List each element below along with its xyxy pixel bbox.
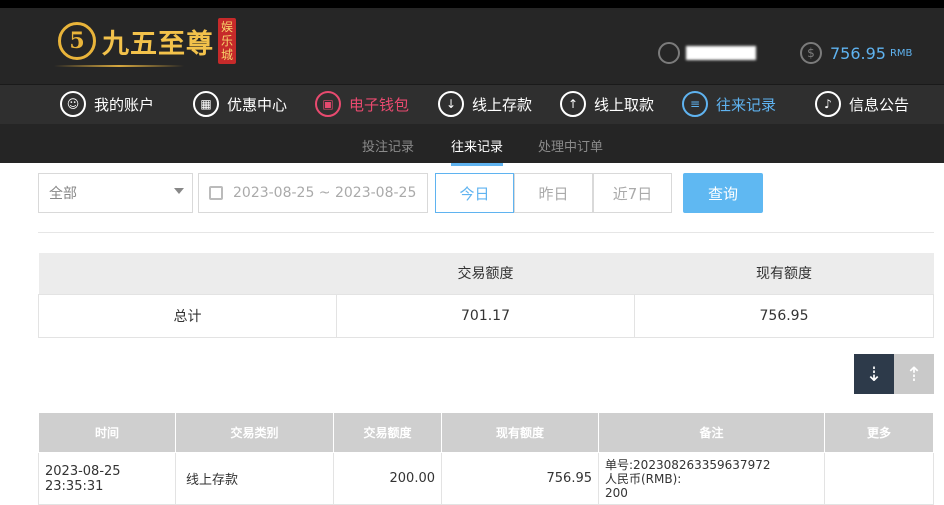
col-header: 交易额度 (333, 412, 442, 453)
summary-table: 交易额度 现有额度 总计 701.17 756.95 (38, 253, 934, 338)
tab-transaction-records[interactable]: 往来记录 (451, 136, 504, 166)
cell-balance: 756.95 (441, 452, 599, 505)
nav-online-deposit[interactable]: ↓ 线上存款 (438, 91, 532, 117)
deposit-icon: ↓ (438, 91, 464, 117)
cell-memo: 单号:202308263359637972 人民币(RMB): 200 (598, 452, 825, 505)
col-header: 备注 (598, 412, 825, 453)
balance-currency: RMB (889, 47, 913, 59)
user-avatar-icon (658, 42, 680, 64)
cell-type: 线上存款 (175, 452, 334, 505)
cell-time: 2023-08-25 23:35:31 (38, 452, 176, 505)
summary-amount: 701.17 (336, 293, 635, 338)
chevron-down-icon (174, 188, 184, 194)
table-row: 2023-08-25 23:35:31 线上存款 200.00 756.95 单… (38, 452, 934, 505)
summary-header (38, 253, 337, 294)
tab-pending-orders[interactable]: 处理中订单 (538, 136, 603, 155)
nav-my-account[interactable]: ☺ 我的账户 (60, 91, 154, 117)
brand-logo[interactable]: 5 九五至尊 娱乐城 (58, 18, 236, 64)
cell-amount: 200.00 (333, 452, 442, 505)
memo-value: 200 (605, 485, 628, 500)
query-button[interactable]: 查询 (683, 173, 763, 213)
nav-label: 电子钱包 (349, 95, 410, 114)
memo-order-no: 单号:202308263359637972 (605, 457, 771, 472)
user-icon: ☺ (60, 91, 86, 117)
gift-icon: ▦ (193, 91, 219, 117)
logo-badge: 5 (58, 22, 96, 60)
summary-header: 现有额度 (634, 253, 934, 294)
last-7-days-button[interactable]: 近7日 (593, 173, 672, 213)
brand-sub: 娱乐城 (218, 18, 236, 64)
nav-label: 线上取款 (594, 95, 655, 114)
records-table: 时间 交易类别 交易额度 现有额度 备注 更多 2023-08-25 23:35… (38, 412, 934, 505)
col-header: 更多 (824, 412, 934, 453)
date-range-input[interactable]: 2023-08-25 ~ 2023-08-25 (198, 173, 428, 213)
nav-label: 往来记录 (716, 95, 777, 114)
bell-icon: ♪ (815, 91, 841, 117)
summary-label: 总计 (38, 293, 337, 338)
divider (38, 232, 934, 233)
nav-label: 我的账户 (94, 95, 155, 114)
nav-label: 信息公告 (849, 95, 910, 114)
summary-balance: 756.95 (634, 293, 934, 338)
summary-row: 总计 701.17 756.95 (38, 293, 934, 338)
sort-desc-icon[interactable]: ⇣ (854, 354, 894, 394)
date-range-value: 2023-08-25 ~ 2023-08-25 (233, 185, 417, 201)
cell-more[interactable] (824, 452, 934, 505)
nav-announcements[interactable]: ♪ 信息公告 (815, 91, 909, 117)
col-header: 时间 (38, 412, 176, 453)
user-account[interactable] (658, 42, 756, 64)
today-button[interactable]: 今日 (435, 173, 514, 213)
summary-header-row: 交易额度 现有额度 (38, 253, 934, 294)
nav-label: 优惠中心 (227, 95, 288, 114)
main-nav: ☺ 我的账户 ▦ 优惠中心 ▣ 电子钱包 ↓ 线上存款 ↑ 线上取款 ≡ 往来记… (0, 84, 944, 124)
calendar-icon (209, 186, 223, 200)
nav-promotions[interactable]: ▦ 优惠中心 (193, 91, 287, 117)
col-header: 现有额度 (441, 412, 599, 453)
wallet-icon: ▣ (315, 91, 341, 117)
type-select-value: 全部 (49, 186, 77, 202)
nav-e-wallet[interactable]: ▣ 电子钱包 (315, 91, 409, 117)
nav-label: 线上存款 (472, 95, 533, 114)
memo-currency: 人民币(RMB): (605, 471, 682, 486)
sub-nav: 投注记录 往来记录 处理中订单 (0, 124, 944, 166)
records-icon: ≡ (682, 91, 708, 117)
dollar-icon: $ (800, 42, 822, 64)
withdraw-icon: ↑ (560, 91, 586, 117)
nav-online-withdraw[interactable]: ↑ 线上取款 (560, 91, 654, 117)
records-header-row: 时间 交易类别 交易额度 现有额度 备注 更多 (38, 412, 934, 453)
sort-asc-icon[interactable]: ⇡ (894, 354, 934, 394)
balance-display: $ 756.95 RMB (800, 42, 912, 64)
top-header: 5 九五至尊 娱乐城 $ 756.95 RMB (0, 0, 944, 84)
col-header: 交易类别 (175, 412, 334, 453)
type-select[interactable]: 全部 (38, 173, 193, 213)
tab-bet-records[interactable]: 投注记录 (362, 136, 414, 155)
balance-value: 756.95 (830, 43, 886, 63)
brand-name: 九五至尊 (102, 28, 214, 60)
nav-transaction-records[interactable]: ≡ 往来记录 (682, 91, 776, 117)
summary-header: 交易额度 (336, 253, 635, 294)
yesterday-button[interactable]: 昨日 (514, 173, 593, 213)
logo-ornament (54, 65, 184, 67)
username-redacted (686, 46, 756, 60)
